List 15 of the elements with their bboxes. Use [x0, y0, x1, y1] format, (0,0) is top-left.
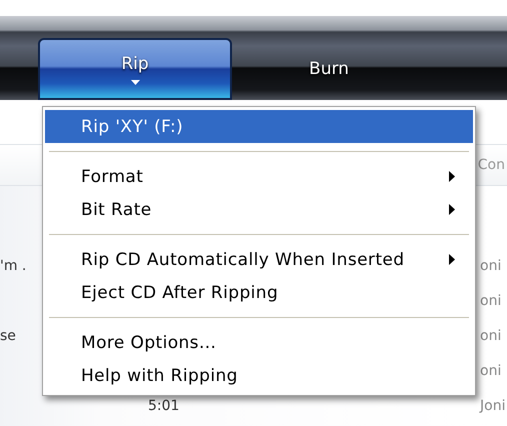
table-cell: 5:01 [148, 398, 180, 414]
table-cell: se [0, 328, 16, 344]
submenu-arrow-icon [449, 171, 455, 182]
table-cell: oni [480, 328, 502, 344]
table-cell: oni [480, 362, 502, 378]
table-cell: Joni [480, 398, 506, 414]
table-cell: 'm . [0, 258, 26, 274]
header-text: Con [478, 157, 505, 173]
caret-icon [130, 80, 140, 84]
submenu-arrow-icon [449, 254, 455, 265]
menu-item[interactable]: Rip 'XY' (F:) [45, 110, 473, 143]
table-cell: oni [480, 292, 502, 308]
table-cell: oni [480, 258, 502, 274]
submenu-arrow-icon [449, 204, 455, 215]
tab[interactable]: Burn [232, 38, 426, 100]
